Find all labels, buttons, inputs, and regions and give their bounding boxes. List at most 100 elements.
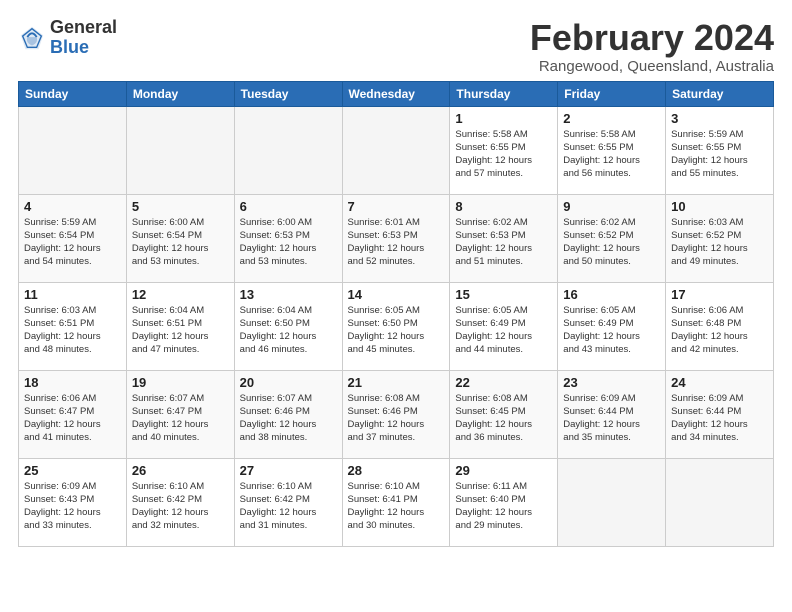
calendar-cell — [666, 458, 774, 546]
day-number: 15 — [455, 287, 552, 302]
calendar-cell: 3 Sunrise: 5:59 AM Sunset: 6:55 PM Daylig… — [666, 106, 774, 194]
day-info: Sunrise: 5:59 AM Sunset: 6:54 PM Dayligh… — [24, 216, 121, 269]
subtitle: Rangewood, Queensland, Australia — [530, 58, 774, 75]
calendar-cell: 21 Sunrise: 6:08 AM Sunset: 6:46 PM Dayli… — [342, 370, 450, 458]
day-info: Sunrise: 6:01 AM Sunset: 6:53 PM Dayligh… — [348, 216, 445, 269]
calendar-cell: 18 Sunrise: 6:06 AM Sunset: 6:47 PM Dayli… — [19, 370, 127, 458]
day-number: 8 — [455, 199, 552, 214]
calendar-cell: 29 Sunrise: 6:11 AM Sunset: 6:40 PM Dayli… — [450, 458, 558, 546]
header: General Blue February 2024 Rangewood, Qu… — [18, 18, 774, 75]
calendar-week-row: 4 Sunrise: 5:59 AM Sunset: 6:54 PM Daylig… — [19, 194, 774, 282]
day-number: 25 — [24, 463, 121, 478]
logo-blue: Blue — [50, 38, 117, 58]
day-info: Sunrise: 6:08 AM Sunset: 6:45 PM Dayligh… — [455, 392, 552, 445]
calendar-cell: 7 Sunrise: 6:01 AM Sunset: 6:53 PM Daylig… — [342, 194, 450, 282]
page: General Blue February 2024 Rangewood, Qu… — [0, 0, 792, 557]
day-info: Sunrise: 5:59 AM Sunset: 6:55 PM Dayligh… — [671, 128, 768, 181]
day-number: 21 — [348, 375, 445, 390]
logo-general: General — [50, 18, 117, 38]
day-info: Sunrise: 6:02 AM Sunset: 6:53 PM Dayligh… — [455, 216, 552, 269]
calendar-cell: 28 Sunrise: 6:10 AM Sunset: 6:41 PM Dayli… — [342, 458, 450, 546]
logo-text: General Blue — [50, 18, 117, 58]
day-info: Sunrise: 6:05 AM Sunset: 6:49 PM Dayligh… — [563, 304, 660, 357]
day-number: 18 — [24, 375, 121, 390]
day-number: 22 — [455, 375, 552, 390]
day-number: 26 — [132, 463, 229, 478]
day-info: Sunrise: 6:11 AM Sunset: 6:40 PM Dayligh… — [455, 480, 552, 533]
day-info: Sunrise: 6:06 AM Sunset: 6:47 PM Dayligh… — [24, 392, 121, 445]
calendar-cell: 5Sunrise: 6:00 AM Sunset: 6:54 PM Daylig… — [126, 194, 234, 282]
day-info: Sunrise: 6:10 AM Sunset: 6:41 PM Dayligh… — [348, 480, 445, 533]
calendar-cell: 12 Sunrise: 6:04 AM Sunset: 6:51 PM Dayli… — [126, 282, 234, 370]
weekday-header: Monday — [126, 81, 234, 106]
calendar-cell: 1 Sunrise: 5:58 AM Sunset: 6:55 PM Daylig… — [450, 106, 558, 194]
calendar-cell: 11 Sunrise: 6:03 AM Sunset: 6:51 PM Dayli… — [19, 282, 127, 370]
day-number: 5 — [132, 199, 229, 214]
day-number: 1 — [455, 111, 552, 126]
calendar-week-row: 1 Sunrise: 5:58 AM Sunset: 6:55 PM Daylig… — [19, 106, 774, 194]
day-number: 11 — [24, 287, 121, 302]
calendar-cell: 6Sunrise: 6:00 AM Sunset: 6:53 PM Daylig… — [234, 194, 342, 282]
calendar-cell: 4 Sunrise: 5:59 AM Sunset: 6:54 PM Daylig… — [19, 194, 127, 282]
day-info: Sunrise: 6:05 AM Sunset: 6:50 PM Dayligh… — [348, 304, 445, 357]
day-info: Sunrise: 6:05 AM Sunset: 6:49 PM Dayligh… — [455, 304, 552, 357]
day-info: Sunrise: 5:58 AM Sunset: 6:55 PM Dayligh… — [563, 128, 660, 181]
calendar-cell: 20 Sunrise: 6:07 AM Sunset: 6:46 PM Dayli… — [234, 370, 342, 458]
day-info: Sunrise: 6:04 AM Sunset: 6:51 PM Dayligh… — [132, 304, 229, 357]
day-info: Sunrise: 5:58 AM Sunset: 6:55 PM Dayligh… — [455, 128, 552, 181]
day-number: 14 — [348, 287, 445, 302]
day-number: 12 — [132, 287, 229, 302]
day-number: 9 — [563, 199, 660, 214]
calendar-cell: 22 Sunrise: 6:08 AM Sunset: 6:45 PM Dayli… — [450, 370, 558, 458]
day-info: Sunrise: 6:06 AM Sunset: 6:48 PM Dayligh… — [671, 304, 768, 357]
weekday-header: Friday — [558, 81, 666, 106]
day-number: 20 — [240, 375, 337, 390]
day-info: Sunrise: 6:08 AM Sunset: 6:46 PM Dayligh… — [348, 392, 445, 445]
calendar-week-row: 18 Sunrise: 6:06 AM Sunset: 6:47 PM Dayli… — [19, 370, 774, 458]
day-number: 29 — [455, 463, 552, 478]
calendar: SundayMondayTuesdayWednesdayThursdayFrid… — [18, 81, 774, 547]
calendar-cell: 9Sunrise: 6:02 AM Sunset: 6:52 PM Daylig… — [558, 194, 666, 282]
calendar-cell: 15 Sunrise: 6:05 AM Sunset: 6:49 PM Dayli… — [450, 282, 558, 370]
title-block: February 2024 Rangewood, Queensland, Aus… — [530, 18, 774, 75]
day-info: Sunrise: 6:10 AM Sunset: 6:42 PM Dayligh… — [132, 480, 229, 533]
day-number: 28 — [348, 463, 445, 478]
weekday-header: Sunday — [19, 81, 127, 106]
calendar-cell: 10Sunrise: 6:03 AM Sunset: 6:52 PM Dayli… — [666, 194, 774, 282]
calendar-cell — [234, 106, 342, 194]
weekday-header-row: SundayMondayTuesdayWednesdayThursdayFrid… — [19, 81, 774, 106]
day-number: 3 — [671, 111, 768, 126]
day-number: 17 — [671, 287, 768, 302]
calendar-cell: 25 Sunrise: 6:09 AM Sunset: 6:43 PM Dayli… — [19, 458, 127, 546]
day-info: Sunrise: 6:09 AM Sunset: 6:44 PM Dayligh… — [671, 392, 768, 445]
calendar-cell: 13Sunrise: 6:04 AM Sunset: 6:50 PM Dayli… — [234, 282, 342, 370]
calendar-cell — [126, 106, 234, 194]
day-info: Sunrise: 6:09 AM Sunset: 6:44 PM Dayligh… — [563, 392, 660, 445]
logo: General Blue — [18, 18, 117, 58]
calendar-cell: 2Sunrise: 5:58 AM Sunset: 6:55 PM Daylig… — [558, 106, 666, 194]
calendar-cell: 16 Sunrise: 6:05 AM Sunset: 6:49 PM Dayli… — [558, 282, 666, 370]
weekday-header: Thursday — [450, 81, 558, 106]
day-number: 19 — [132, 375, 229, 390]
weekday-header: Tuesday — [234, 81, 342, 106]
weekday-header: Wednesday — [342, 81, 450, 106]
weekday-header: Saturday — [666, 81, 774, 106]
day-info: Sunrise: 6:07 AM Sunset: 6:46 PM Dayligh… — [240, 392, 337, 445]
calendar-week-row: 11 Sunrise: 6:03 AM Sunset: 6:51 PM Dayli… — [19, 282, 774, 370]
day-number: 4 — [24, 199, 121, 214]
calendar-cell — [558, 458, 666, 546]
day-info: Sunrise: 6:00 AM Sunset: 6:53 PM Dayligh… — [240, 216, 337, 269]
day-info: Sunrise: 6:04 AM Sunset: 6:50 PM Dayligh… — [240, 304, 337, 357]
day-number: 24 — [671, 375, 768, 390]
day-info: Sunrise: 6:09 AM Sunset: 6:43 PM Dayligh… — [24, 480, 121, 533]
day-info: Sunrise: 6:03 AM Sunset: 6:51 PM Dayligh… — [24, 304, 121, 357]
calendar-cell: 27Sunrise: 6:10 AM Sunset: 6:42 PM Dayli… — [234, 458, 342, 546]
day-number: 27 — [240, 463, 337, 478]
main-title: February 2024 — [530, 18, 774, 58]
calendar-cell: 14 Sunrise: 6:05 AM Sunset: 6:50 PM Dayli… — [342, 282, 450, 370]
logo-icon — [18, 24, 46, 52]
day-number: 16 — [563, 287, 660, 302]
calendar-cell — [19, 106, 127, 194]
day-number: 7 — [348, 199, 445, 214]
calendar-cell — [342, 106, 450, 194]
